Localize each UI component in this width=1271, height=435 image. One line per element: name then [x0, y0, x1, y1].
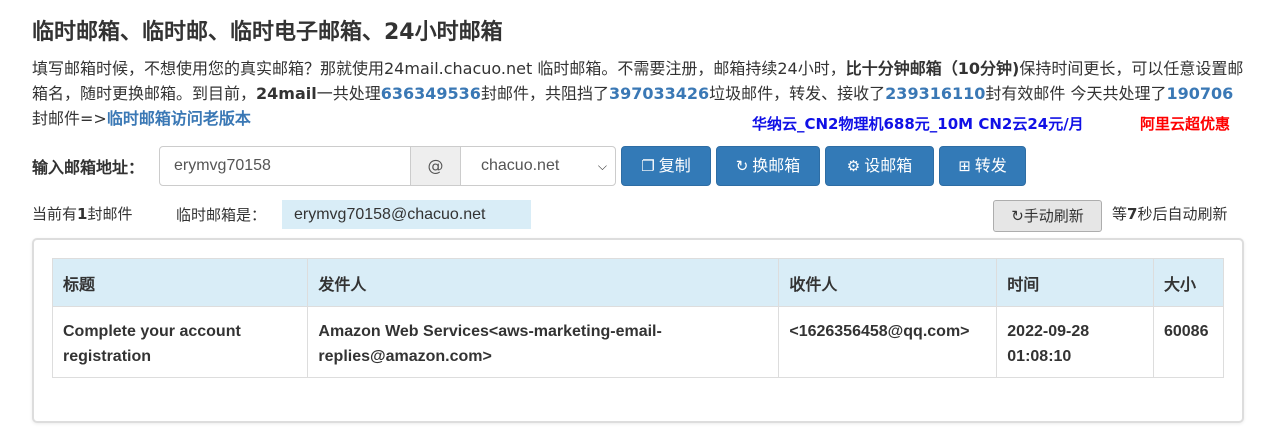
intro-part: 垃圾邮件，转发、接收了	[709, 84, 886, 103]
ad-link-huanayun[interactable]: 华纳云_CN2物理机688元_10M CN2云24元/月	[752, 113, 1084, 134]
mail-count-text: 当前有1封邮件	[32, 203, 132, 224]
mail-time: 2022-09-28 01:08:10	[996, 306, 1154, 378]
current-mailbox-label: 临时邮箱是：	[176, 206, 267, 224]
refresh-icon: ↻	[735, 157, 749, 175]
copy-icon: ❐	[641, 157, 655, 175]
auto-suffix: 秒后自动刷新	[1137, 205, 1228, 223]
domain-select-value: chacuo.net	[481, 157, 560, 174]
change-mailbox-button[interactable]: ↻ 换邮箱	[716, 146, 820, 186]
mail-size: 60086	[1152, 306, 1225, 378]
old-version-link[interactable]: 临时邮箱访问老版本	[107, 109, 251, 128]
manual-refresh-button[interactable]: ↻手动刷新	[993, 200, 1102, 232]
change-mailbox-label: 换邮箱	[752, 156, 801, 175]
plus-square-icon: ⊞	[958, 157, 971, 175]
mail-recipient: <1626356458@qq.com>	[778, 306, 998, 378]
mail-subject[interactable]: Complete your account registration	[51, 306, 309, 378]
chevron-down-icon: ⌵	[597, 159, 607, 173]
auto-refresh-text: 等7秒后自动刷新	[1112, 203, 1227, 224]
auto-refresh-seconds: 7	[1127, 205, 1138, 223]
column-header-size: 大小	[1152, 258, 1225, 307]
intro-part: 封邮件，共阻挡了	[480, 84, 609, 103]
intro-bold: 24mail	[256, 84, 317, 103]
current-mailbox-address: erymvg70158@chacuo.net	[282, 200, 531, 229]
mailbox-input-label: 输入邮箱地址：	[32, 158, 145, 177]
intro-bold: 比十分钟邮箱（10分钟)	[845, 59, 1020, 78]
spam-blocked-count: 397033426	[608, 84, 710, 103]
manual-refresh-label: 手动刷新	[1023, 207, 1084, 225]
auto-prefix: 等	[1112, 205, 1128, 223]
gear-icon: ⚙	[846, 157, 861, 175]
mailbox-input[interactable]	[159, 146, 411, 186]
refresh-icon: ↻	[1011, 207, 1024, 225]
page-title: 临时邮箱、临时邮、临时电子邮箱、24小时邮箱	[32, 20, 503, 45]
forward-button[interactable]: ⊞ 转发	[939, 146, 1026, 186]
domain-select[interactable]: chacuo.net ⌵	[460, 146, 616, 186]
intro-part: 一共处理	[316, 84, 381, 103]
today-count: 190706	[1166, 84, 1234, 103]
count-prefix: 当前有	[32, 205, 78, 223]
at-addon: @	[410, 146, 461, 186]
table-header-row: 标题 发件人 收件人 时间 大小	[51, 258, 1225, 307]
mail-table: 标题 发件人 收件人 时间 大小 Complete your account r…	[51, 258, 1225, 378]
column-header-subject: 标题	[51, 258, 309, 307]
intro-part: 填写邮箱时候，不想使用您的真实邮箱？那就使用24mail.chacuo.net …	[32, 59, 846, 78]
mail-count: 1	[77, 205, 88, 223]
table-row[interactable]: Complete your account registration Amazo…	[51, 306, 1225, 378]
valid-mail-count: 239316110	[885, 84, 986, 103]
forward-button-label: 转发	[974, 156, 1007, 175]
column-header-recipient: 收件人	[778, 258, 998, 307]
intro-part: 封邮件=>	[32, 109, 107, 128]
intro-part: 封有效邮件 今天共处理了	[985, 84, 1167, 103]
column-header-time: 时间	[996, 258, 1154, 307]
copy-button[interactable]: ❐ 复制	[621, 146, 711, 186]
set-mailbox-button[interactable]: ⚙ 设邮箱	[825, 146, 934, 186]
column-header-sender: 发件人	[307, 258, 780, 307]
set-mailbox-label: 设邮箱	[864, 156, 913, 175]
total-processed-count: 636349536	[380, 84, 481, 103]
mail-sender: Amazon Web Services<aws-marketing-email-…	[307, 306, 780, 378]
copy-button-label: 复制	[658, 156, 691, 175]
ad-link-aliyun[interactable]: 阿里云超优惠	[1140, 113, 1230, 134]
count-suffix: 封邮件	[87, 205, 133, 223]
